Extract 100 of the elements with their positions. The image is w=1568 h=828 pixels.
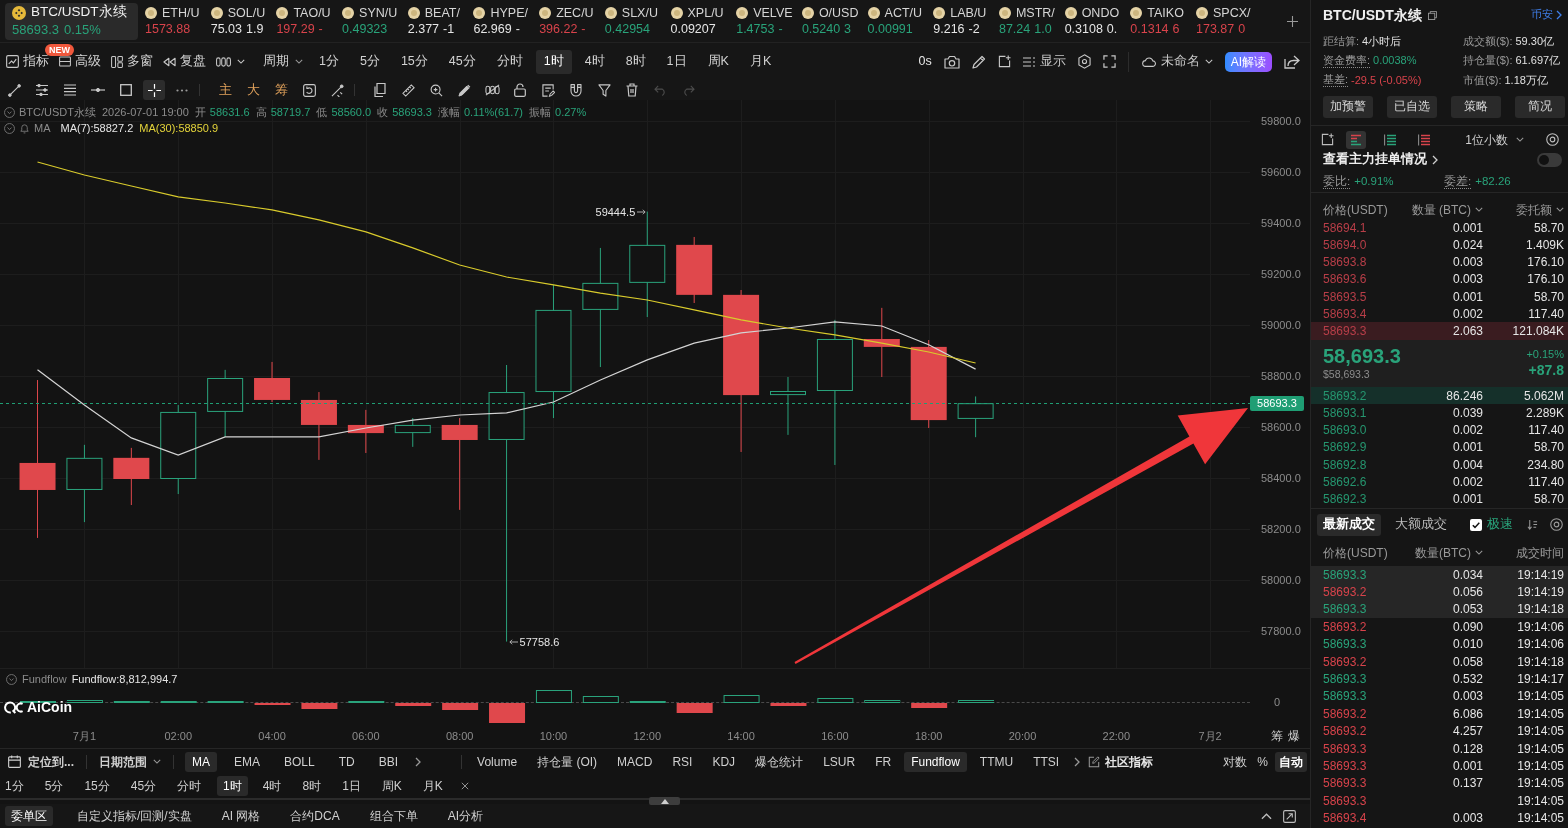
scale-mode-button[interactable]: 自动 <box>1275 751 1307 772</box>
view-mode-button[interactable] <box>1346 130 1366 149</box>
period-tab[interactable]: 1时 <box>217 776 248 796</box>
period-tab[interactable]: 1时 <box>535 49 572 74</box>
ticker-tab[interactable]: LAB/U 9.216 -2 <box>933 2 999 40</box>
indicator-tab[interactable]: FR <box>868 751 899 772</box>
more-icon[interactable] <box>176 88 188 92</box>
bottom-tab[interactable]: 合约DCA <box>284 806 346 826</box>
indicator-tab[interactable]: RSI <box>665 751 700 772</box>
ticker-tab[interactable]: O/USD 0.5240 3 <box>801 2 868 40</box>
toggle-switch[interactable] <box>1537 152 1562 167</box>
expand-icon[interactable] <box>1283 809 1296 823</box>
column-header[interactable]: 委托额 <box>1516 200 1552 219</box>
ticker-tab[interactable]: SLX/U 0.42954 <box>604 2 671 40</box>
action-button[interactable]: 已自选 <box>1387 95 1437 118</box>
bottom-tab[interactable]: 委单区 <box>5 806 53 826</box>
period-dropdown[interactable]: 周期 <box>263 49 303 74</box>
copy-icon[interactable] <box>374 83 386 97</box>
indicator-tab[interactable]: TTMU <box>972 751 1021 772</box>
bottom-tab[interactable]: AI 网格 <box>215 806 267 826</box>
filter-icon[interactable] <box>597 83 611 97</box>
caret-down-icon[interactable] <box>1556 207 1564 212</box>
period-tab[interactable]: 45分 <box>440 49 484 74</box>
shortcut-button[interactable]: 主 <box>214 80 236 100</box>
period-tab[interactable]: 15分 <box>392 49 436 74</box>
indicator-tab[interactable]: BBI <box>371 751 406 772</box>
indicator-tab[interactable]: EMA <box>227 751 268 772</box>
ticker-tab[interactable]: TAIKO 0.1314 6 <box>1130 2 1196 40</box>
chevron-right-icon[interactable] <box>415 756 422 767</box>
measure-line-icon[interactable] <box>330 83 344 97</box>
refresh-interval[interactable]: 0s <box>918 52 932 71</box>
bottom-tab[interactable]: 组合下单 <box>363 806 424 826</box>
edit-icon[interactable] <box>1088 755 1101 768</box>
collapse-icon[interactable] <box>6 673 17 685</box>
indicator-tab[interactable]: MACD <box>610 751 660 772</box>
column-header[interactable]: 价格(USDT) <box>1323 200 1388 219</box>
share-icon[interactable] <box>1284 54 1300 69</box>
action-button[interactable]: 简况 <box>1515 95 1565 118</box>
settings-icon[interactable] <box>1546 133 1559 146</box>
trades-tab[interactable]: 大额成交 <box>1389 513 1453 536</box>
settings-icon[interactable] <box>1550 518 1563 532</box>
ticker-tab[interactable]: VELVE 1.4753 - <box>736 2 802 40</box>
ticker-tab[interactable]: XPL/U 0.09207 <box>670 2 737 40</box>
fullscreen-icon[interactable] <box>1102 55 1116 68</box>
precision-dropdown[interactable]: 1位小数 <box>1465 130 1524 149</box>
indicator-tab[interactable]: BOLL <box>277 751 322 772</box>
indicator-tab[interactable]: TTSI <box>1026 751 1067 772</box>
hidden-icon[interactable] <box>484 84 500 96</box>
community-indicators-button[interactable]: 社区指标 <box>1105 751 1154 772</box>
ticker-tab[interactable]: HYPE/ 62.969 - <box>473 2 540 40</box>
unlock-icon[interactable] <box>514 83 526 97</box>
collapse-icon[interactable] <box>4 106 15 118</box>
scale-mode-button[interactable]: % <box>1254 751 1271 772</box>
period-tab[interactable]: 1分 <box>0 776 29 796</box>
locate-button[interactable]: 定位到... <box>7 750 75 773</box>
period-tab[interactable]: 15分 <box>79 776 115 796</box>
indicator-tab[interactable]: 爆仓统计 <box>748 751 811 772</box>
toolbar-button[interactable]: 复盘 <box>163 49 206 74</box>
checkbox[interactable] <box>1470 518 1482 531</box>
bell-icon[interactable] <box>19 122 30 134</box>
ticker-tab[interactable]: ONDO 0.3108 0. <box>1064 2 1131 40</box>
indicator-tab[interactable]: KDJ <box>705 751 743 772</box>
magnet-icon[interactable] <box>570 83 582 97</box>
bottom-tab[interactable]: 自定义指标/回测/实盘 <box>71 806 198 826</box>
zoom-in-icon[interactable] <box>429 83 443 97</box>
caret-down-icon[interactable] <box>1475 207 1483 212</box>
shortcut-button[interactable]: 筹 <box>270 80 292 100</box>
camera-icon[interactable] <box>943 54 960 69</box>
axis-button[interactable]: 筹 <box>1271 728 1283 744</box>
edit-note-icon[interactable] <box>541 83 555 97</box>
ticker-tab[interactable]: SOL/U 75.03 1.9 <box>210 2 277 40</box>
bottom-tab[interactable]: AI分析 <box>441 806 490 826</box>
settings-icon[interactable] <box>1077 54 1091 69</box>
period-tab[interactable]: 4时 <box>576 49 613 74</box>
shortcut-button[interactable]: 大 <box>242 80 264 100</box>
trades-tab[interactable]: 最新成交 <box>1317 513 1381 536</box>
indicator-tab[interactable]: 持仓量 (OI) <box>530 751 605 772</box>
axis-button[interactable]: 爆 <box>1288 728 1300 744</box>
period-tab[interactable]: 周K <box>376 776 407 796</box>
period-tab[interactable]: 8时 <box>617 49 654 74</box>
period-tab[interactable]: 1分 <box>311 49 347 74</box>
caret-down-icon[interactable] <box>1475 550 1483 556</box>
chevron-up-icon[interactable] <box>1261 812 1272 820</box>
date-range-dropdown[interactable]: 日期范围 <box>98 750 162 773</box>
whale-orders-link[interactable]: 查看主力挂单情况 <box>1323 150 1438 169</box>
chevron-right-icon[interactable] <box>1074 756 1081 767</box>
copy-icon[interactable] <box>1427 10 1437 20</box>
period-tab[interactable]: 8时 <box>297 776 327 796</box>
column-header[interactable]: 数量(BTC) <box>1415 543 1471 562</box>
period-tab[interactable]: 45分 <box>125 776 162 796</box>
ticker-tab[interactable]: ETH/U 1573.88 <box>145 2 211 40</box>
display-button[interactable]: 显示 <box>1022 49 1066 74</box>
indicator-tab[interactable]: Volume <box>470 751 525 772</box>
resize-handle[interactable] <box>649 797 680 805</box>
ruler-icon[interactable] <box>401 83 415 97</box>
checkbox-label[interactable]: 极速 <box>1487 515 1513 535</box>
ticker-tab[interactable]: BTC/USDT永续 58693.3 0.15% <box>5 2 138 40</box>
indicator-tab[interactable]: Fundflow <box>904 751 967 772</box>
ticker-tab[interactable]: MSTR/ 87.24 1.0 <box>998 2 1065 40</box>
period-tab[interactable]: 5分 <box>39 776 69 796</box>
